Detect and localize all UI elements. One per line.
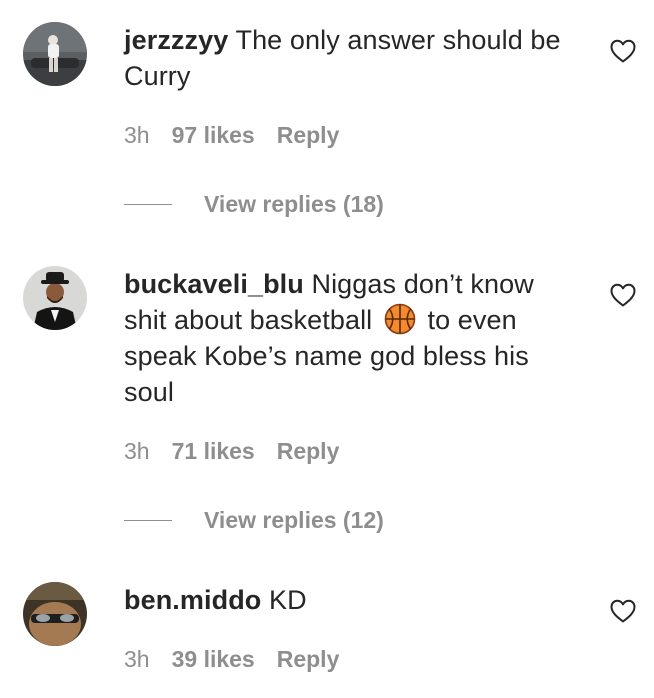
reply-button[interactable]: Reply [277,438,340,464]
like-button[interactable] [610,39,636,63]
heart-outline-icon [610,283,636,307]
heart-outline-icon [610,599,636,623]
basketball-icon [384,303,416,335]
comment-username[interactable]: buckaveli_blu [124,269,304,299]
comment-meta: 3h 71 likes Reply [124,436,361,466]
view-replies-button[interactable]: View replies (12) [204,505,384,535]
view-replies-button[interactable]: View replies (18) [204,189,384,219]
comment-likes[interactable]: 71 likes [172,438,255,464]
comment-meta: 3h 97 likes Reply [124,120,361,150]
comment-likes[interactable]: 97 likes [172,122,255,148]
heart-outline-icon [610,39,636,63]
reply-button[interactable]: Reply [277,646,340,672]
comment-text: ben.middo KD [124,582,574,618]
reply-button[interactable]: Reply [277,122,340,148]
like-button[interactable] [610,599,636,623]
comment-time[interactable]: 3h [124,122,150,148]
avatar[interactable] [23,22,87,86]
comment-likes[interactable]: 39 likes [172,646,255,672]
comment-username[interactable]: jerzzzyy [124,25,228,55]
avatar-image [23,582,87,646]
avatar[interactable] [23,582,87,646]
replies-divider [124,204,172,205]
avatar-image [23,266,87,330]
comment-meta: 3h 39 likes Reply [124,644,361,674]
comment-text: jerzzzyy The only answer should be Curry [124,22,574,94]
avatar-image [23,22,87,86]
comment-username[interactable]: ben.middo [124,585,261,615]
comment-body: KD [261,585,307,615]
comment-time[interactable]: 3h [124,646,150,672]
like-button[interactable] [610,283,636,307]
comment-time[interactable]: 3h [124,438,150,464]
avatar[interactable] [23,266,87,330]
comment-text: buckaveli_blu Niggas don’t know shit abo… [124,266,574,410]
replies-divider [124,520,172,521]
